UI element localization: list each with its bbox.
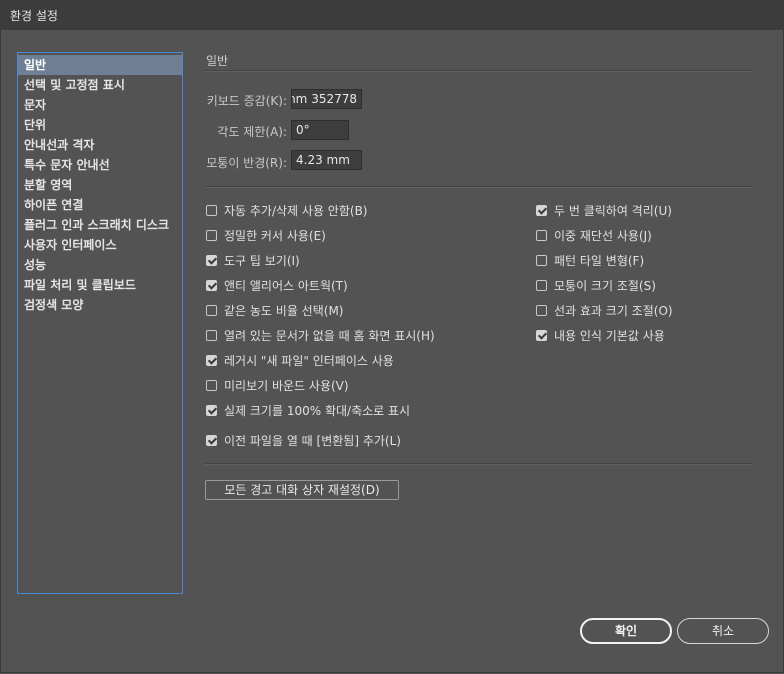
- option-label: 두 번 클릭하여 격리(U): [554, 203, 672, 218]
- checkbox[interactable]: [206, 329, 217, 341]
- checkbox[interactable]: [206, 404, 217, 416]
- option-label: 도구 팁 보기(I): [224, 253, 300, 268]
- sidebar-item-units[interactable]: 단위: [18, 115, 182, 135]
- checkbox[interactable]: [206, 254, 217, 266]
- option-label: 미리보기 바운드 사용(V): [224, 378, 349, 393]
- option-label: 같은 농도 비율 선택(M): [224, 303, 344, 318]
- divider: [205, 463, 752, 465]
- divider: [205, 186, 752, 188]
- option-label: 실제 크기를 100% 확대/축소로 표시: [224, 403, 411, 418]
- scale-corners-option[interactable]: 모퉁이 크기 조절(S): [536, 277, 656, 293]
- sidebar-item-performance[interactable]: 성능: [18, 255, 182, 275]
- checkbox[interactable]: [536, 254, 547, 266]
- keyboard-increment-input[interactable]: 352778 mm: [291, 89, 362, 109]
- scale-strokes-effects-option[interactable]: 선과 효과 크기 조절(O): [536, 302, 673, 318]
- checkbox[interactable]: [206, 434, 217, 446]
- sidebar-item-user-interface[interactable]: 사용자 인터페이스: [18, 235, 182, 255]
- sidebar-item-black-appearance[interactable]: 검정색 모양: [18, 295, 182, 315]
- content-aware-defaults-option[interactable]: 내용 인식 기본값 사용: [536, 327, 665, 343]
- option-label: 열려 있는 문서가 없을 때 홈 화면 표시(H): [224, 328, 435, 343]
- constrain-angle-input[interactable]: 0°: [291, 120, 349, 140]
- option-label: 패턴 타일 변형(F): [554, 253, 645, 268]
- ok-button[interactable]: 확인: [580, 618, 672, 644]
- keyboard-increment-label: 키보드 증감(K):: [206, 94, 287, 108]
- option-label: 앤티 앨리어스 아트웍(T): [224, 278, 348, 293]
- precise-cursors-option[interactable]: 정밀한 커서 사용(E): [206, 227, 326, 243]
- option-label: 이전 파일을 열 때 [변환됨] 추가(L): [224, 433, 401, 448]
- sidebar-item-hyphenation[interactable]: 하이픈 연결: [18, 195, 182, 215]
- option-label: 내용 인식 기본값 사용: [554, 328, 665, 343]
- checkbox[interactable]: [536, 279, 547, 291]
- section-title: 일반: [206, 54, 229, 68]
- category-list[interactable]: 일반 선택 및 고정점 표시 문자 단위 안내선과 격자 특수 문자 안내선 분…: [17, 52, 183, 594]
- option-label: 정밀한 커서 사용(E): [224, 228, 326, 243]
- checkbox[interactable]: [206, 379, 217, 391]
- checkbox[interactable]: [206, 354, 217, 366]
- checkbox[interactable]: [206, 304, 217, 316]
- option-label: 선과 효과 크기 조절(O): [554, 303, 673, 318]
- divider: [205, 70, 752, 72]
- checkbox[interactable]: [536, 304, 547, 316]
- anti-aliased-artwork-option[interactable]: 앤티 앨리어스 아트웍(T): [206, 277, 348, 293]
- checkbox[interactable]: [536, 229, 547, 241]
- checkbox[interactable]: [206, 229, 217, 241]
- option-label: 모퉁이 크기 조절(S): [554, 278, 656, 293]
- sidebar-item-slices[interactable]: 분할 영역: [18, 175, 182, 195]
- append-converted-option[interactable]: 이전 파일을 열 때 [변환됨] 추가(L): [206, 432, 401, 448]
- sidebar-item-selection-anchor-display[interactable]: 선택 및 고정점 표시: [18, 75, 182, 95]
- sidebar-item-plugins-scratch-disks[interactable]: 플러그 인과 스크래치 디스크: [18, 215, 182, 235]
- option-label: 이중 재단선 사용(J): [554, 228, 652, 243]
- checkbox[interactable]: [536, 329, 547, 341]
- sidebar-item-guides-grid[interactable]: 안내선과 격자: [18, 135, 182, 155]
- checkbox[interactable]: [536, 204, 547, 216]
- disable-auto-add-delete-option[interactable]: 자동 추가/삭제 사용 안함(B): [206, 202, 367, 218]
- title-bar: 환경 설정: [0, 0, 784, 30]
- actual-size-zoom-option[interactable]: 실제 크기를 100% 확대/축소로 표시: [206, 402, 410, 418]
- window-title: 환경 설정: [10, 9, 58, 23]
- sidebar-item-general[interactable]: 일반: [18, 55, 182, 75]
- transform-pattern-tiles-option[interactable]: 패턴 타일 변형(F): [536, 252, 644, 268]
- show-home-screen-option[interactable]: 열려 있는 문서가 없을 때 홈 화면 표시(H): [206, 327, 435, 343]
- reset-warning-dialogs-button[interactable]: 모든 경고 대화 상자 재설정(D): [205, 480, 399, 500]
- sidebar-item-type[interactable]: 문자: [18, 95, 182, 115]
- option-label: 자동 추가/삭제 사용 안함(B): [224, 203, 368, 218]
- cancel-button[interactable]: 취소: [677, 618, 769, 644]
- corner-radius-label: 모퉁이 반경(R):: [206, 156, 287, 170]
- checkbox[interactable]: [206, 204, 217, 216]
- corner-radius-input[interactable]: 4.23 mm: [291, 150, 362, 170]
- constrain-angle-label: 각도 제한(A):: [217, 125, 287, 139]
- select-same-tint-option[interactable]: 같은 농도 비율 선택(M): [206, 302, 343, 318]
- use-preview-bounds-option[interactable]: 미리보기 바운드 사용(V): [206, 377, 349, 393]
- sidebar-item-smart-guides[interactable]: 특수 문자 안내선: [18, 155, 182, 175]
- show-tool-tips-option[interactable]: 도구 팁 보기(I): [206, 252, 300, 268]
- legacy-new-file-option[interactable]: 레거시 "새 파일" 인터페이스 사용: [206, 352, 394, 368]
- checkbox[interactable]: [206, 279, 217, 291]
- double-click-isolate-option[interactable]: 두 번 클릭하여 격리(U): [536, 202, 672, 218]
- sidebar-item-file-handling-clipboard[interactable]: 파일 처리 및 클립보드: [18, 275, 182, 295]
- option-label: 레거시 "새 파일" 인터페이스 사용: [224, 353, 394, 368]
- japanese-crop-marks-option[interactable]: 이중 재단선 사용(J): [536, 227, 652, 243]
